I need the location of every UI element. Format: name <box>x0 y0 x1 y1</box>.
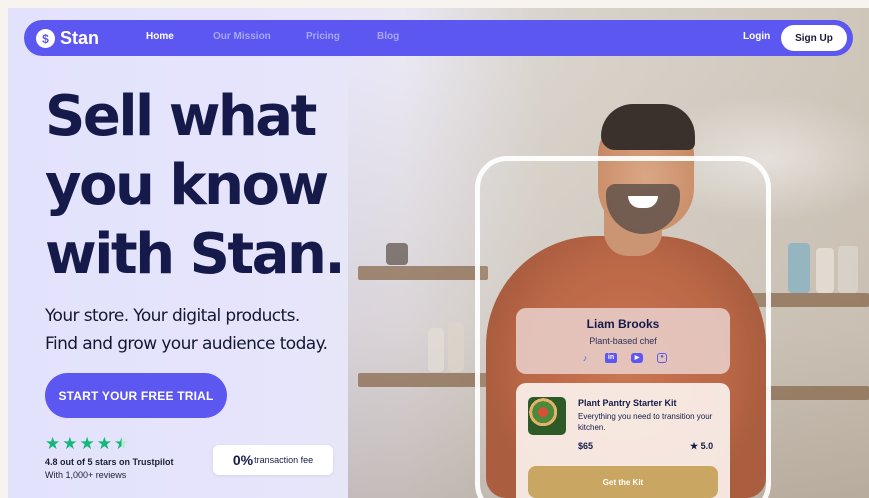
nav-link-blog[interactable]: Blog <box>377 31 399 42</box>
product-description: Everything you need to transition your k… <box>578 412 713 432</box>
half-star-icon: ★ <box>114 434 130 453</box>
chef-photo-hair <box>601 104 695 150</box>
social-links: ♪ in ▶ ● <box>516 353 730 363</box>
kitchen-jar <box>428 328 444 372</box>
product-title: Plant Pantry Starter Kit <box>578 398 677 408</box>
dollar-logo-icon: $ <box>36 29 55 48</box>
star-icon: ★ <box>62 434 78 453</box>
youtube-icon[interactable]: ▶ <box>631 353 643 363</box>
trustpilot-rating-text: 4.8 out of 5 stars on Trustpilot <box>45 457 174 467</box>
hero-subtitle: Your store. Your digital products. Find … <box>45 302 365 358</box>
kitchen-jar <box>386 243 408 265</box>
product-thumbnail-image <box>528 397 566 435</box>
tiktok-icon[interactable]: ♪ <box>579 353 591 363</box>
kitchen-jar <box>788 243 810 293</box>
hero-title-line: you know <box>45 153 329 218</box>
star-icon: ★ <box>79 434 95 453</box>
product-price: $65 <box>578 441 594 451</box>
kitchen-shelf <box>358 266 488 280</box>
kitchen-shelf <box>358 373 488 387</box>
landing-page: $ Stan Home Our Mission Pricing Blog Log… <box>8 8 869 498</box>
trustpilot-stars: ★ ★ ★ ★ ★ <box>45 435 129 452</box>
transaction-fee-badge: 0% transaction fee <box>213 445 333 475</box>
star-icon: ★ <box>45 434 61 453</box>
logo-text: Stan <box>60 28 100 48</box>
reviews-count-text: With 1,000+ reviews <box>45 470 127 480</box>
start-free-trial-button[interactable]: START YOUR FREE TRIAL <box>45 373 227 418</box>
product-card: Plant Pantry Starter Kit Everything you … <box>516 383 730 498</box>
hero-title-line: with Stan. <box>45 222 346 287</box>
creator-role: Plant-based chef <box>589 336 657 346</box>
login-link[interactable]: Login <box>743 31 770 42</box>
hero-title: Sell what you know with Stan. <box>45 82 365 289</box>
product-rating: ★ 5.0 <box>690 441 714 451</box>
get-the-kit-button[interactable]: Get the Kit <box>528 466 718 498</box>
star-icon: ★ <box>96 434 112 453</box>
fee-label: transaction fee <box>254 455 314 465</box>
hero-subtitle-line: Find and grow your audience today. <box>45 334 328 354</box>
sign-up-button[interactable]: Sign Up <box>781 25 847 51</box>
nav-link-our-mission[interactable]: Our Mission <box>213 31 271 42</box>
hero-title-line: Sell what <box>45 84 317 149</box>
creator-name: Liam Brooks <box>586 317 660 331</box>
kitchen-jar <box>838 246 858 293</box>
creator-profile-card: Liam Brooks Plant-based chef ♪ in ▶ ● <box>516 308 730 374</box>
nav-link-home[interactable]: Home <box>146 31 174 42</box>
hero-subtitle-line: Your store. Your digital products. <box>45 306 300 326</box>
top-navbar: $ Stan Home Our Mission Pricing Blog Log… <box>24 20 853 56</box>
stan-logo[interactable]: $ Stan <box>36 28 99 49</box>
fee-value: 0% <box>232 452 254 468</box>
kitchen-jar <box>448 323 464 372</box>
linkedin-icon[interactable]: in <box>605 353 617 363</box>
nav-link-pricing[interactable]: Pricing <box>306 31 340 42</box>
instagram-icon[interactable]: ● <box>657 353 667 363</box>
kitchen-jar <box>816 248 834 293</box>
